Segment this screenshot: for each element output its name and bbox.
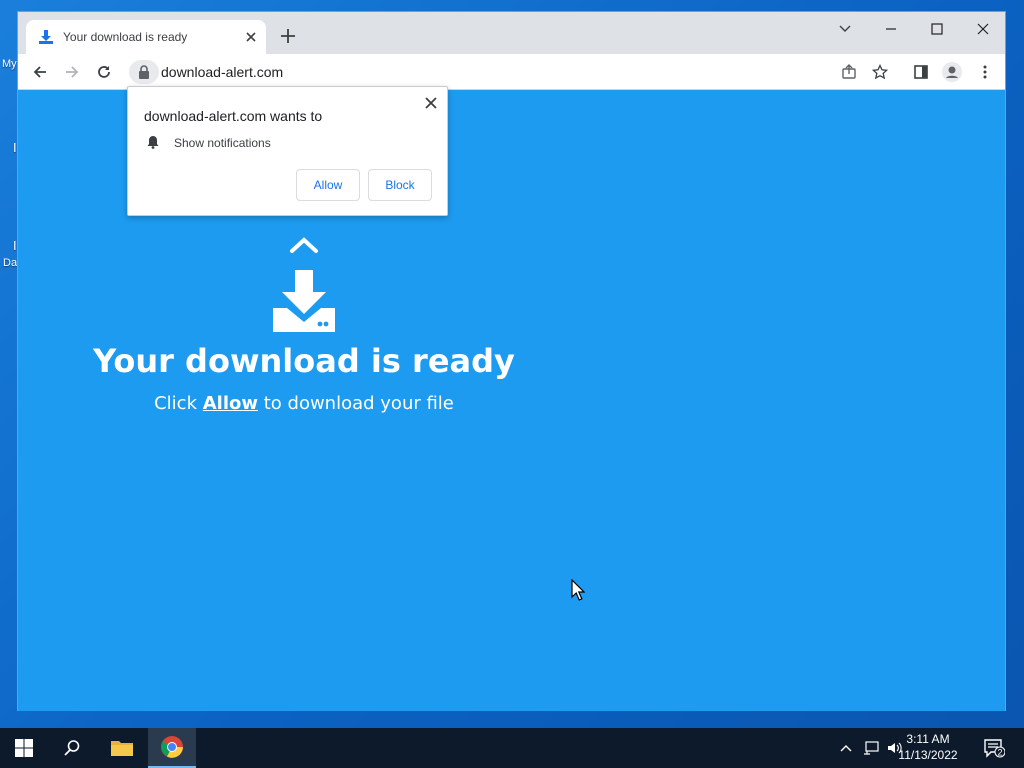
arrow-left-icon — [33, 66, 46, 78]
taskbar-clock[interactable]: 3:11 AM 11/13/2022 — [888, 731, 968, 763]
bookmark-button[interactable] — [868, 60, 892, 84]
subline-prefix: Click — [154, 393, 203, 414]
avatar-icon — [942, 62, 962, 82]
notification-permission-prompt: download-alert.com wants to Show notific… — [127, 86, 448, 216]
maximize-button[interactable] — [914, 16, 960, 42]
prompt-title: download-alert.com wants to — [144, 108, 323, 124]
more-vert-icon — [983, 65, 987, 79]
permission-label: Show notifications — [174, 136, 271, 150]
allow-link[interactable]: Allow — [203, 393, 258, 414]
new-tab-icon[interactable] — [278, 26, 298, 46]
tab-search-button[interactable] — [822, 16, 868, 42]
chevron-up-icon — [290, 237, 318, 253]
folder-icon — [111, 741, 133, 756]
share-button[interactable] — [837, 60, 861, 84]
side-panel-button[interactable] — [909, 60, 933, 84]
network-icon — [864, 741, 879, 755]
url-text: download-alert.com — [161, 64, 284, 80]
site-info-button[interactable] — [129, 60, 159, 84]
block-button[interactable]: Block — [368, 169, 432, 201]
clock-time: 3:11 AM — [906, 732, 950, 746]
download-icon — [273, 270, 335, 332]
browser-toolbar: download-alert.com — [18, 54, 1005, 90]
arrow-right-icon — [66, 66, 79, 78]
desktop-icon-label[interactable]: My — [2, 58, 17, 70]
taskbar-file-explorer[interactable] — [98, 728, 146, 768]
minimize-icon — [886, 28, 896, 30]
search-icon — [64, 740, 80, 756]
action-center-button[interactable]: 2 — [976, 728, 1012, 768]
lock-icon — [139, 65, 149, 79]
maximize-icon — [931, 23, 943, 35]
taskbar-chrome[interactable] — [148, 728, 196, 768]
download-icon — [39, 30, 53, 44]
tab-title: Your download is ready — [63, 30, 188, 44]
subline-suffix: to download your file — [258, 393, 454, 414]
close-window-button[interactable] — [960, 16, 1006, 42]
side-panel-icon — [914, 65, 928, 79]
address-bar[interactable]: download-alert.com — [126, 58, 852, 86]
share-icon — [842, 64, 856, 79]
browser-window: Your download is ready download-alert.co… — [17, 11, 1006, 711]
page-headline: Your download is ready — [93, 342, 515, 380]
close-icon[interactable] — [423, 95, 439, 111]
chevron-up-icon — [840, 745, 852, 752]
network-button[interactable] — [860, 728, 882, 768]
page-subline: Click Allow to download your file — [18, 393, 590, 414]
search-button[interactable] — [48, 728, 96, 768]
chrome-icon — [161, 736, 183, 758]
bell-icon — [147, 136, 159, 149]
mouse-cursor-icon — [571, 579, 585, 601]
forward-button[interactable] — [60, 60, 84, 84]
reload-button[interactable] — [92, 60, 116, 84]
allow-button[interactable]: Allow — [296, 169, 360, 201]
close-icon — [977, 23, 989, 35]
menu-button[interactable] — [973, 60, 997, 84]
reload-icon — [98, 66, 110, 78]
taskbar: 3:11 AM 11/13/2022 2 — [0, 728, 1024, 768]
show-hidden-icons-button[interactable] — [836, 728, 856, 768]
windows-logo-icon — [15, 739, 33, 757]
profile-button[interactable] — [940, 60, 964, 84]
minimize-button[interactable] — [868, 16, 914, 42]
clock-date: 11/13/2022 — [898, 748, 958, 762]
chevron-down-icon — [839, 25, 851, 32]
back-button[interactable] — [28, 60, 52, 84]
notification-count-badge: 2 — [997, 747, 1002, 757]
tab-download[interactable]: Your download is ready — [26, 20, 266, 54]
star-icon — [872, 64, 888, 80]
desktop-icon-label[interactable]: Da — [3, 257, 17, 269]
tab-strip: Your download is ready — [18, 12, 1005, 54]
start-button[interactable] — [0, 728, 48, 768]
notification-center-icon: 2 — [984, 739, 1005, 758]
close-icon[interactable] — [242, 28, 260, 46]
